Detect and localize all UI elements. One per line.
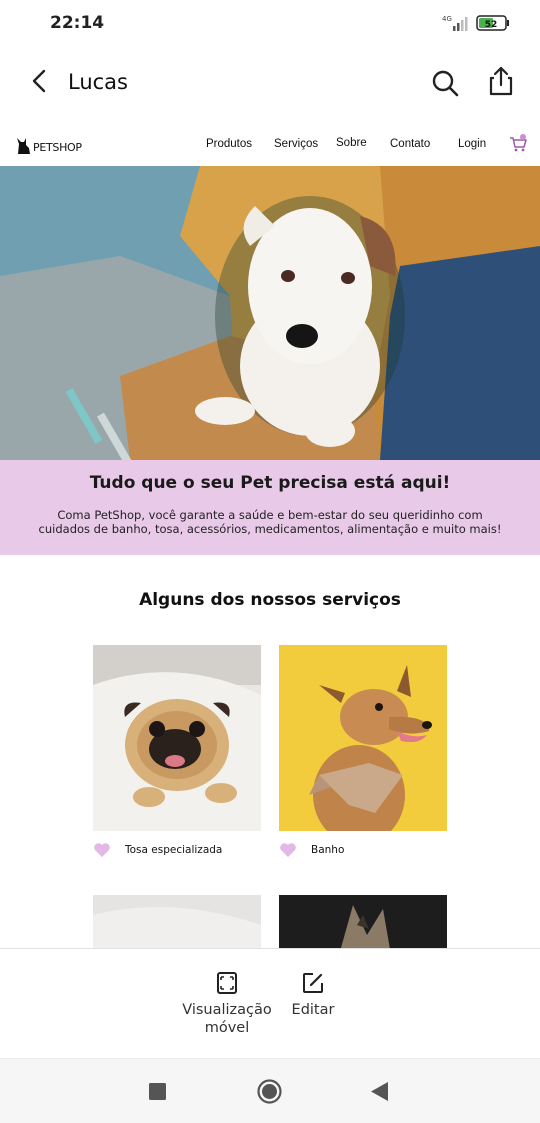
share-icon[interactable] [484,64,518,98]
edit-icon [303,973,323,993]
service-label: Tosa especializada [125,844,223,856]
service-card-image-partial [93,895,261,948]
signal-icon: 4G [442,15,468,31]
website-preview: PETSHOP Produtos Serviços Sobre Contato … [0,120,540,948]
hero-banner: Tudo que o seu Pet precisa está aqui! Co… [0,460,540,555]
cart-icon[interactable] [508,133,528,153]
screen: 22:14 4G 52 Lucas PETSHOP Produtos Servi… [0,0,540,1123]
nav-link-login[interactable]: Login [458,138,486,150]
service-card-banho[interactable]: Banho [279,645,447,857]
fullscreen-icon [217,972,237,994]
petshop-logo[interactable]: PETSHOP [16,132,82,154]
home-icon[interactable] [257,1079,282,1104]
network-type: 4G [442,15,452,23]
mobile-view-button[interactable]: Visualização móvel [180,971,274,1037]
site-navbar: PETSHOP Produtos Serviços Sobre Contato … [0,120,540,166]
nav-link-servicos[interactable]: Serviços [274,138,318,150]
battery-level: 52 [485,20,498,30]
back-arrow-icon[interactable] [24,64,58,98]
pug-image [93,645,261,831]
system-navigation-bar [0,1058,540,1123]
banner-description: Coma PetShop, você garante a saúde e bem… [38,508,502,536]
hero-dog-image [0,166,540,460]
banner-title: Tudo que o seu Pet precisa está aqui! [89,473,451,493]
mobile-view-label: Visualização móvel [182,1002,272,1036]
heart-icon[interactable] [279,842,297,858]
dog-bandana-image [279,645,447,831]
nav-link-produtos[interactable]: Produtos [206,138,252,150]
service-label-row: Tosa especializada [93,841,222,859]
logo-text: PETSHOP [33,141,82,154]
status-bar: 22:14 4G 52 [0,0,540,46]
back-nav-icon[interactable] [371,1082,389,1101]
edit-button[interactable]: Editar [288,971,338,1019]
battery-icon: 52 [476,15,509,31]
recents-icon[interactable] [149,1083,166,1100]
cat-image-partial [279,895,447,948]
services-heading: Alguns dos nossos serviços [139,590,401,610]
nav-link-sobre[interactable]: Sobre [336,137,367,149]
clock: 22:14 [50,13,105,33]
edit-label: Editar [291,1002,335,1018]
bottom-action-bar: Visualização móvel Editar [0,948,540,1058]
service-card-tosa[interactable]: Tosa especializada [93,645,261,857]
service-label: Banho [311,844,345,856]
page-title: Lucas [68,70,128,94]
heart-icon[interactable] [93,842,111,858]
cat-dog-logo-icon [17,138,30,154]
app-bar: Lucas [0,46,540,120]
nav-link-contato[interactable]: Contato [390,138,430,150]
search-icon[interactable] [428,66,462,100]
service-label-row: Banho [279,841,344,859]
